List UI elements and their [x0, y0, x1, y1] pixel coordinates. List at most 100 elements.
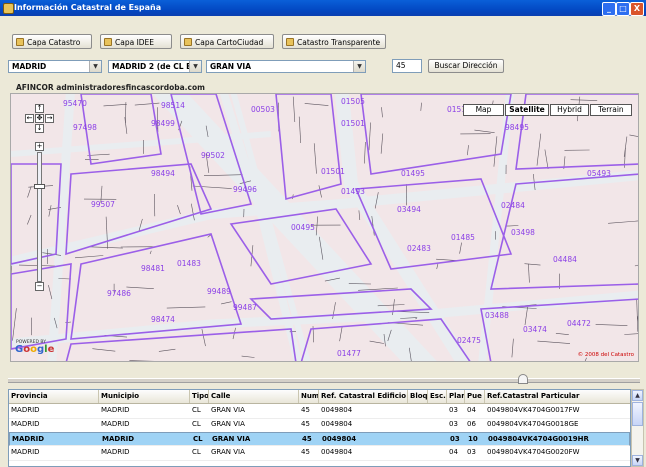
panel-splitter[interactable] [8, 374, 640, 384]
pan-center-icon[interactable]: ✥ [35, 114, 44, 123]
column-header[interactable]: Municipio [99, 390, 190, 403]
column-header[interactable]: Plar [447, 390, 465, 403]
table-row[interactable]: MADRID MADRID CL GRAN VIA 45 0049804 03 04 00498… [9, 404, 630, 419]
table-cell [408, 404, 428, 417]
parcel-line [364, 141, 366, 164]
table-cell: CL [192, 406, 201, 414]
table-cell: GRAN VIA [211, 420, 245, 428]
zoom-control[interactable]: ↑ ← ✥ → ↓ + − [25, 104, 54, 291]
table-row[interactable]: MADRID MADRID CL GRAN VIA 45 0049804 04 03 00498… [9, 446, 630, 461]
column-header[interactable]: Tipo [190, 390, 209, 403]
minimize-button[interactable]: _ [602, 2, 616, 16]
maximize-button[interactable]: □ [616, 2, 630, 16]
parcel-line [48, 285, 53, 300]
table-scrollbar[interactable]: ▲ ▼ [631, 389, 644, 467]
layer-icon [104, 38, 112, 46]
table-row[interactable]: MADRID MADRID CL GRAN VIA 45 0049804 03 06 00498… [9, 418, 630, 433]
chevron-down-icon[interactable]: ▼ [89, 61, 101, 72]
parcel-label: 01477 [337, 349, 361, 358]
map-type-satellite[interactable]: Satellite [505, 104, 549, 116]
table-cell [429, 433, 448, 445]
column-header[interactable]: Bloq [408, 390, 428, 403]
pan-right-icon[interactable]: → [45, 114, 54, 123]
map-type-terrain[interactable]: Terrain [590, 104, 632, 116]
parcel-label: 01501 [321, 167, 345, 176]
parcel-label: 01505 [341, 97, 365, 106]
column-header[interactable]: Esc. [428, 390, 447, 403]
zoom-slider-track[interactable] [37, 152, 42, 282]
table-cell: GRAN VIA [211, 406, 245, 414]
parcel-line [125, 102, 127, 123]
scroll-thumb[interactable] [632, 402, 643, 426]
table-cell: 45 [301, 448, 310, 456]
parcel-label: 98481 [141, 264, 165, 273]
column-header[interactable]: Ref. Catastral Edificio [319, 390, 408, 403]
column-header[interactable]: Calle [209, 390, 299, 403]
municipio-value: MADRID 2 (de CL E [112, 62, 192, 71]
parcel-line [528, 263, 530, 283]
map-type-map[interactable]: Map [463, 104, 504, 116]
capa-cartociudad-label: Capa CartoCiudad [195, 38, 264, 47]
parcel-line [12, 308, 17, 341]
table-cell: MADRID [101, 406, 130, 414]
capa-catastro-button[interactable]: Capa Catastro [12, 34, 92, 49]
layer-icon [184, 38, 192, 46]
parcel-line [595, 324, 628, 326]
table-cell [408, 418, 428, 431]
parcel-label: 04484 [553, 255, 577, 264]
parcel-line [368, 122, 371, 151]
map-view[interactable]: 95470 98514 00503 01505 01511 97498 98499 01501… [10, 93, 639, 362]
parcel-label: 01485 [451, 233, 475, 242]
pan-down-icon[interactable]: ↓ [35, 124, 44, 133]
parcel-line [221, 301, 232, 305]
scroll-up-icon[interactable]: ▲ [632, 390, 643, 401]
table-cell: 0049804VK4704G0019HR [488, 435, 589, 443]
capa-catastro-label: Capa Catastro [27, 38, 81, 47]
capa-idee-button[interactable]: Capa IDEE [100, 34, 172, 49]
parcel-label: 00495 [291, 223, 315, 232]
table-cell: MADRID [101, 420, 130, 428]
column-header[interactable]: Ref.Catastral Particular [485, 390, 630, 403]
calle-select[interactable]: GRAN VIA ▼ [206, 60, 366, 73]
municipio-select[interactable]: MADRID 2 (de CL E ▼ [108, 60, 202, 73]
column-header[interactable]: Provincia [9, 390, 99, 403]
parcel-line [537, 340, 571, 344]
zoom-slider-handle[interactable] [34, 184, 45, 189]
cadastral-map[interactable]: 95470 98514 00503015050151197498 98499 01501… [11, 94, 639, 362]
parcel-label: 98495 [505, 123, 529, 132]
parcel-line [292, 96, 296, 123]
buscar-direccion-button[interactable]: Buscar Dirección [428, 59, 504, 73]
parcel-line [436, 263, 439, 270]
scroll-down-icon[interactable]: ▼ [632, 455, 643, 466]
catastro-transparente-button[interactable]: Catastro Transparente [282, 34, 386, 49]
table-cell [428, 418, 447, 431]
table-cell: MADRID [11, 448, 40, 456]
table-cell: 10 [468, 435, 478, 443]
capa-cartociudad-button[interactable]: Capa CartoCiudad [180, 34, 274, 49]
parcel-line [381, 107, 383, 118]
parcel-line [103, 104, 127, 107]
table-cell: 04 [467, 406, 476, 414]
numero-input[interactable]: 45 [392, 59, 422, 73]
splitter-handle[interactable] [518, 374, 528, 384]
chevron-down-icon[interactable]: ▼ [189, 61, 201, 72]
parcel-label: 97486 [107, 289, 131, 298]
parcel-label: 03498 [511, 228, 535, 237]
column-header[interactable]: Num [299, 390, 319, 403]
table-cell [428, 404, 447, 417]
zoom-in-icon[interactable]: + [35, 142, 44, 151]
window-title: Información Catastral de España [14, 3, 162, 12]
close-button[interactable]: X [630, 2, 644, 16]
provincia-select[interactable]: MADRID ▼ [8, 60, 102, 73]
pan-left-icon[interactable]: ← [25, 114, 34, 123]
zoom-out-icon[interactable]: − [35, 282, 44, 291]
parcel-label: 01495 [401, 169, 425, 178]
parcel-line [192, 185, 232, 189]
map-type-hybrid[interactable]: Hybrid [550, 104, 589, 116]
pan-up-icon[interactable]: ↑ [35, 104, 44, 113]
column-header[interactable]: Pue [465, 390, 485, 403]
table-row[interactable]: MADRID MADRID CL GRAN VIA 45 0049804 03 10 00498… [9, 432, 630, 446]
layer-icon [16, 38, 24, 46]
results-table[interactable]: Provincia Municipio Tipo Calle Num Ref. Catas… [8, 389, 631, 467]
chevron-down-icon[interactable]: ▼ [353, 61, 365, 72]
